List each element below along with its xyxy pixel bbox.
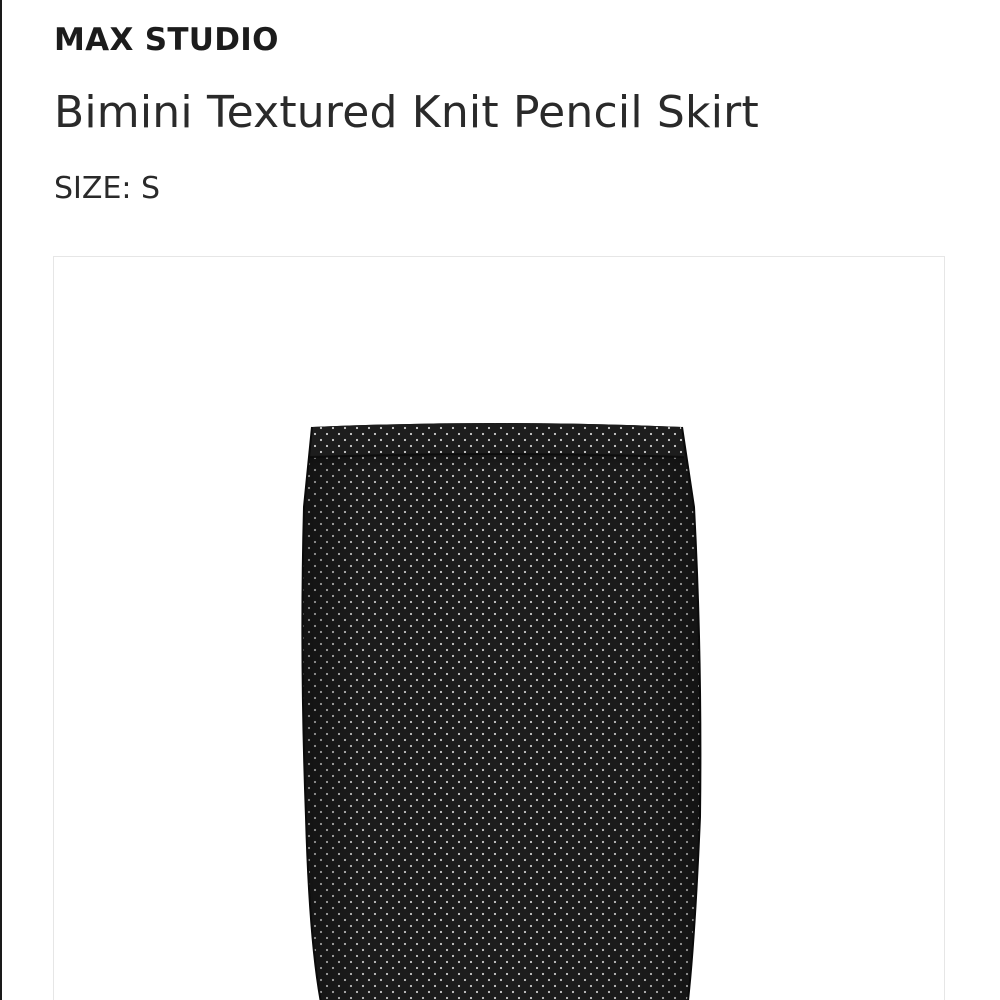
left-edge-divider xyxy=(0,0,2,1000)
product-title: Bimini Textured Knit Pencil Skirt xyxy=(54,87,759,138)
product-image[interactable] xyxy=(54,257,945,1000)
skirt-illustration xyxy=(301,423,702,1000)
brand-name[interactable]: MAX STUDIO xyxy=(54,22,279,58)
size-label: SIZE: S xyxy=(54,171,161,206)
product-detail-page: MAX STUDIO Bimini Textured Knit Pencil S… xyxy=(0,0,1000,1000)
product-image-card[interactable] xyxy=(53,256,945,1000)
